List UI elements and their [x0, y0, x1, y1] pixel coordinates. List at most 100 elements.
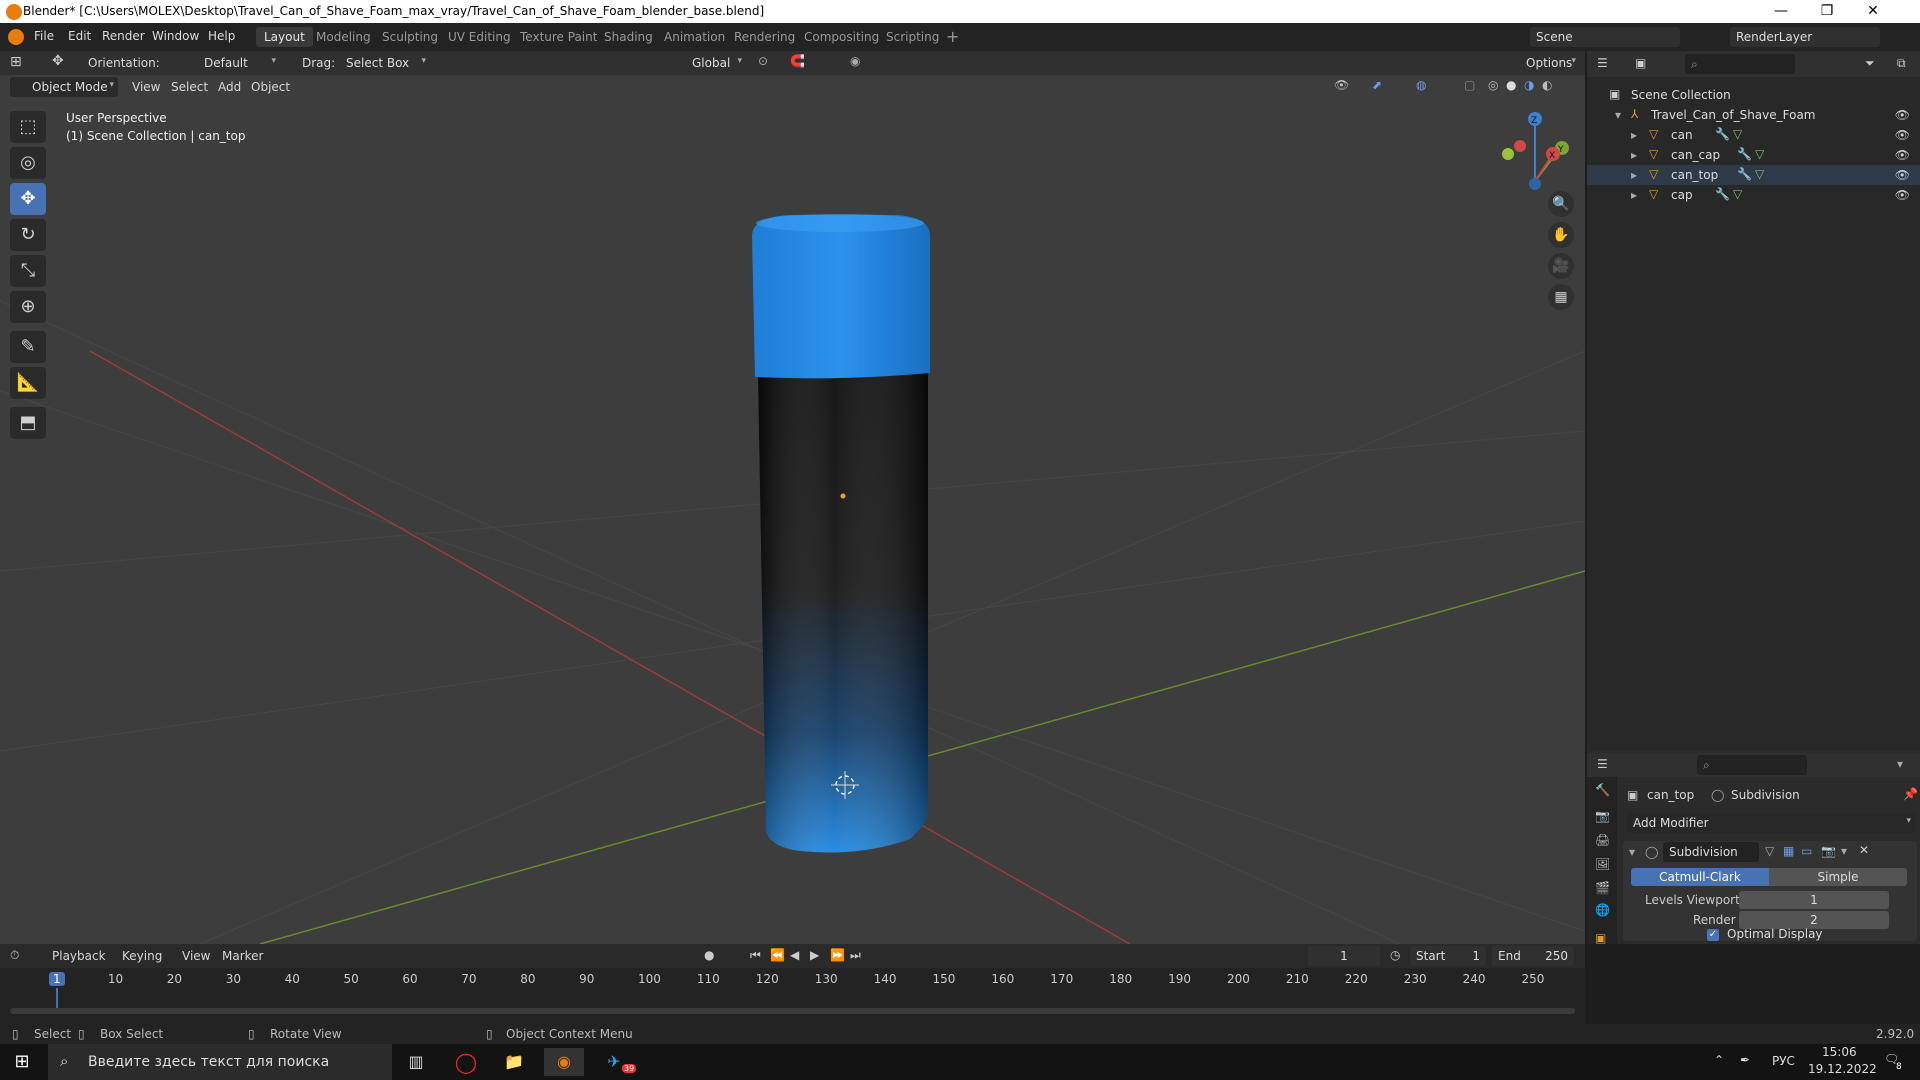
tab-layout[interactable]: Layout — [256, 27, 313, 47]
render-display-icon[interactable]: 📷 — [1821, 844, 1836, 858]
properties-editor-icon[interactable]: ☰ — [1597, 757, 1608, 771]
visibility-eye-icon[interactable]: 👁 — [1895, 188, 1910, 202]
remove-modifier-icon[interactable]: ✕ — [1859, 843, 1869, 857]
maximize-button[interactable]: ❐ — [1804, 0, 1850, 23]
expand-icon[interactable]: ▸ — [1631, 148, 1637, 162]
rotate-tool[interactable]: ↻ — [10, 219, 46, 251]
tab-rendering[interactable]: Rendering — [726, 27, 803, 47]
tab-compositing[interactable]: Compositing — [796, 27, 887, 47]
next-keyframe-icon[interactable]: ⏩ — [830, 948, 845, 962]
properties-options-icon[interactable]: ▾ — [1897, 757, 1903, 771]
minimize-button[interactable]: — — [1758, 0, 1804, 23]
clock-date[interactable]: 19.12.2022 — [1808, 1062, 1877, 1076]
collapse-icon[interactable]: ▾ — [1615, 108, 1621, 122]
camera-icon[interactable]: 🎥 — [1548, 253, 1574, 279]
timeline-menu-playback[interactable]: Playback — [52, 949, 106, 963]
viewport-display-icon[interactable]: ▭ — [1801, 844, 1812, 858]
output-tab-icon[interactable]: 🖨 — [1595, 833, 1610, 847]
jump-start-icon[interactable]: ⏮ — [750, 948, 761, 963]
render-layer-selector[interactable]: RenderLayer — [1730, 27, 1880, 47]
modifier-wrench-icon[interactable]: 🔧 — [1715, 127, 1730, 141]
optimal-display-checkbox[interactable]: ✓ — [1707, 929, 1719, 941]
cage-icon[interactable]: ▦ — [1783, 844, 1794, 858]
transform-tool[interactable]: ⊕ — [10, 291, 46, 323]
menu-render[interactable]: Render — [102, 29, 145, 43]
opera-icon[interactable]: ◯ — [446, 1048, 486, 1076]
outliner-scene-collection[interactable]: ▣ Scene Collection — [1587, 85, 1920, 105]
modifier-wrench-icon[interactable]: 🔧 — [1737, 167, 1752, 181]
playhead[interactable] — [56, 988, 58, 1010]
blender-taskbar-icon[interactable]: ◉ — [544, 1048, 584, 1076]
tab-scripting[interactable]: Scripting — [878, 27, 947, 47]
select-box-tool[interactable]: ⬚ — [10, 111, 46, 143]
annotate-tool[interactable]: ✎ — [10, 331, 46, 363]
windows-start-icon[interactable]: ⊞ — [2, 1048, 42, 1076]
expand-icon[interactable]: ▸ — [1631, 188, 1637, 202]
add-workspace-icon[interactable]: + — [946, 27, 959, 46]
menu-edit[interactable]: Edit — [68, 29, 91, 43]
view-layer-tab-icon[interactable]: 🖼 — [1595, 857, 1610, 871]
blender-menu-icon[interactable] — [8, 29, 24, 45]
menu-help[interactable]: Help — [208, 29, 235, 43]
visibility-eye-icon[interactable]: 👁 — [1895, 108, 1910, 122]
pan-hand-icon[interactable]: ✋ — [1548, 222, 1574, 248]
timeline-menu-keying[interactable]: Keying — [122, 949, 162, 963]
new-collection-icon[interactable]: ⧉ — [1897, 56, 1906, 71]
prev-keyframe-icon[interactable]: ⏪ — [770, 948, 785, 962]
ortho-grid-icon[interactable]: ▦ — [1548, 284, 1574, 310]
edit-mode-icon[interactable]: ▽ — [1765, 844, 1774, 858]
zoom-icon[interactable]: 🔍 — [1548, 191, 1574, 217]
outliner-search-input[interactable]: ⌕ — [1685, 54, 1795, 74]
outliner-item-can-cap[interactable]: ▸ ▽ can_cap 🔧 ▽ 👁 — [1587, 145, 1920, 165]
display-mode-icon[interactable]: ▣ — [1635, 56, 1646, 70]
language-indicator[interactable]: РУС — [1772, 1054, 1795, 1068]
taskbar-search-box[interactable]: ⌕ Введите здесь текст для поиска — [48, 1044, 392, 1080]
scale-tool[interactable]: ⤡ — [10, 255, 46, 287]
can-top-object[interactable] — [752, 214, 930, 379]
collapse-panel-icon[interactable]: ▾ — [1629, 845, 1635, 859]
3d-viewport[interactable]: ⊞ ✥ Orientation: Default ▾ Drag: Select B… — [0, 51, 1585, 944]
measure-tool[interactable]: 📐 — [10, 367, 46, 399]
menu-window[interactable]: Window — [152, 29, 199, 43]
current-frame-field[interactable]: 1 — [1308, 946, 1380, 966]
tool-tab-icon[interactable]: 🔨 — [1595, 783, 1610, 797]
tab-sculpting[interactable]: Sculpting — [374, 27, 446, 47]
mesh-data-icon[interactable]: ▽ — [1755, 167, 1764, 181]
visibility-eye-icon[interactable]: 👁 — [1895, 128, 1910, 142]
task-view-icon[interactable]: ▥ — [396, 1048, 436, 1076]
outliner-collection[interactable]: ▾ ⅄ Travel_Can_of_Shave_Foam 👁 — [1587, 105, 1920, 125]
modifier-wrench-icon[interactable]: 🔧 — [1715, 187, 1730, 201]
visibility-eye-icon[interactable]: 👁 — [1895, 168, 1910, 182]
timeline-menu-view[interactable]: View — [182, 949, 210, 963]
tray-chevron-icon[interactable]: ⌃ — [1714, 1053, 1724, 1067]
clock-time[interactable]: 15:06 — [1822, 1045, 1857, 1059]
add-modifier-dropdown[interactable]: Add Modifier ▾ — [1627, 813, 1915, 833]
navigation-gizmo[interactable]: Z Y X — [1502, 112, 1569, 190]
levels-viewport-field[interactable]: 1 — [1739, 891, 1889, 909]
start-frame-field[interactable]: Start 1 — [1410, 946, 1486, 966]
menu-file[interactable]: File — [34, 29, 54, 43]
catmull-clark-button[interactable]: Catmull-Clark — [1631, 868, 1769, 886]
outliner-item-cap[interactable]: ▸ ▽ cap 🔧 ▽ 👁 — [1587, 185, 1920, 205]
scene-tab-icon[interactable]: 🎬 — [1595, 881, 1610, 895]
modifier-name-field[interactable]: Subdivision — [1663, 842, 1759, 862]
mesh-data-icon[interactable]: ▽ — [1733, 127, 1742, 141]
jump-end-icon[interactable]: ⏭ — [850, 948, 861, 963]
can-object[interactable] — [758, 371, 928, 853]
play-reverse-icon[interactable]: ◀ — [790, 948, 799, 962]
pin-icon[interactable]: 📌 — [1903, 787, 1918, 801]
object-tab-icon[interactable]: ▣ — [1595, 931, 1606, 945]
scene-selector[interactable]: Scene — [1530, 27, 1680, 47]
visibility-eye-icon[interactable]: 👁 — [1895, 148, 1910, 162]
outliner-item-can-top[interactable]: ▸ ▽ can_top 🔧 ▽ 👁 — [1587, 165, 1920, 185]
dropdown-icon[interactable]: ▾ — [1841, 844, 1847, 858]
world-tab-icon[interactable]: 🌐 — [1595, 903, 1610, 917]
tab-texture-paint[interactable]: Texture Paint — [512, 27, 605, 47]
expand-icon[interactable]: ▸ — [1631, 128, 1637, 142]
properties-search-input[interactable]: ⌕ — [1697, 755, 1807, 775]
timeline-menu-marker[interactable]: Marker — [222, 949, 263, 963]
pen-icon[interactable]: ✒ — [1740, 1053, 1750, 1067]
timeline-ruler[interactable]: 1 10 20 30 40 50 60 70 80 90 100 110 120 130 140 150 160… — [0, 970, 1585, 1010]
mesh-data-icon[interactable]: ▽ — [1733, 187, 1742, 201]
add-cube-tool[interactable]: ⬒ — [10, 407, 46, 439]
